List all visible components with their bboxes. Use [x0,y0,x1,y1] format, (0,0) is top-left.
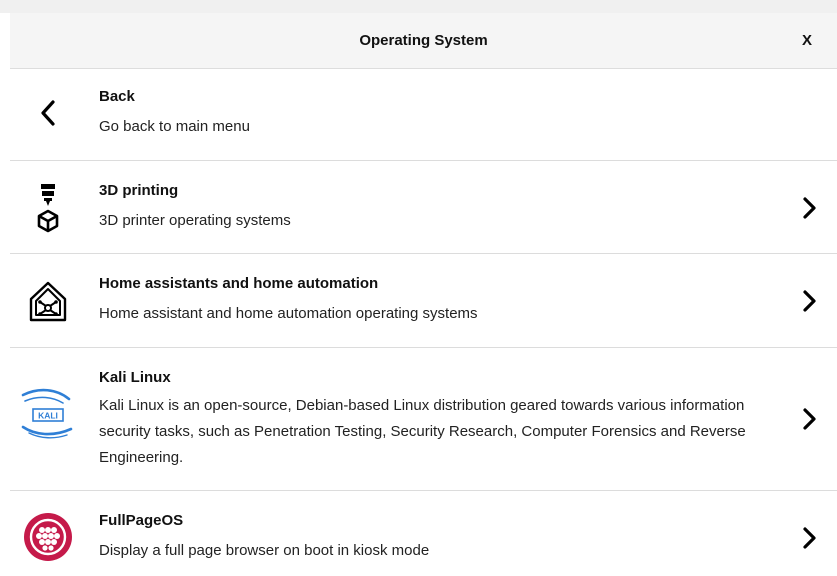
chevron-right-icon [803,408,816,430]
item-name: 3D printing [99,182,179,199]
chevron-right-icon [803,197,816,219]
top-strip [0,0,837,13]
item-name: FullPageOS [99,512,184,529]
item-description: Home assistant and home automation opera… [99,305,478,322]
dialog-title: Operating System [359,32,488,49]
chevron-right-icon [803,290,816,312]
os-list: Back Go back to main menu 3D printing 3D… [10,69,837,576]
back-chevron-icon [18,96,78,130]
item-name: Kali Linux [99,369,171,386]
item-name: Home assistants and home automation [99,275,379,292]
smart-home-icon [18,276,78,326]
kali-logo-text: KALI [38,411,58,421]
item-description: Go back to main menu [99,118,250,135]
fullpageos-logo [18,509,78,565]
os-selection-dialog: Operating System X Back Go back to main … [0,0,837,576]
item-description: 3D printer operating systems [99,212,291,229]
item-description: Kali Linux is an open-source, Debian-bas… [99,397,746,466]
3d-printer-icon [18,179,78,235]
item-name: Back [99,88,135,105]
item-description: Display a full page browser on boot in k… [99,542,430,559]
dialog-header: Operating System X [10,13,837,69]
chevron-right-icon [803,527,816,549]
list-item-back[interactable]: Back Go back to main menu [10,69,837,161]
list-item-3d-printing[interactable]: 3D printing 3D printer operating systems [10,161,837,254]
list-item-kali-linux[interactable]: KALI Kali Linux Kali Linux is an open-so… [10,348,837,491]
list-item-home-automation[interactable]: Home assistants and home automation Home… [10,254,837,348]
kali-linux-logo: KALI [18,384,78,444]
list-item-fullpageos[interactable]: FullPageOS Display a full page browser o… [10,491,837,576]
close-button[interactable]: X [797,13,817,69]
